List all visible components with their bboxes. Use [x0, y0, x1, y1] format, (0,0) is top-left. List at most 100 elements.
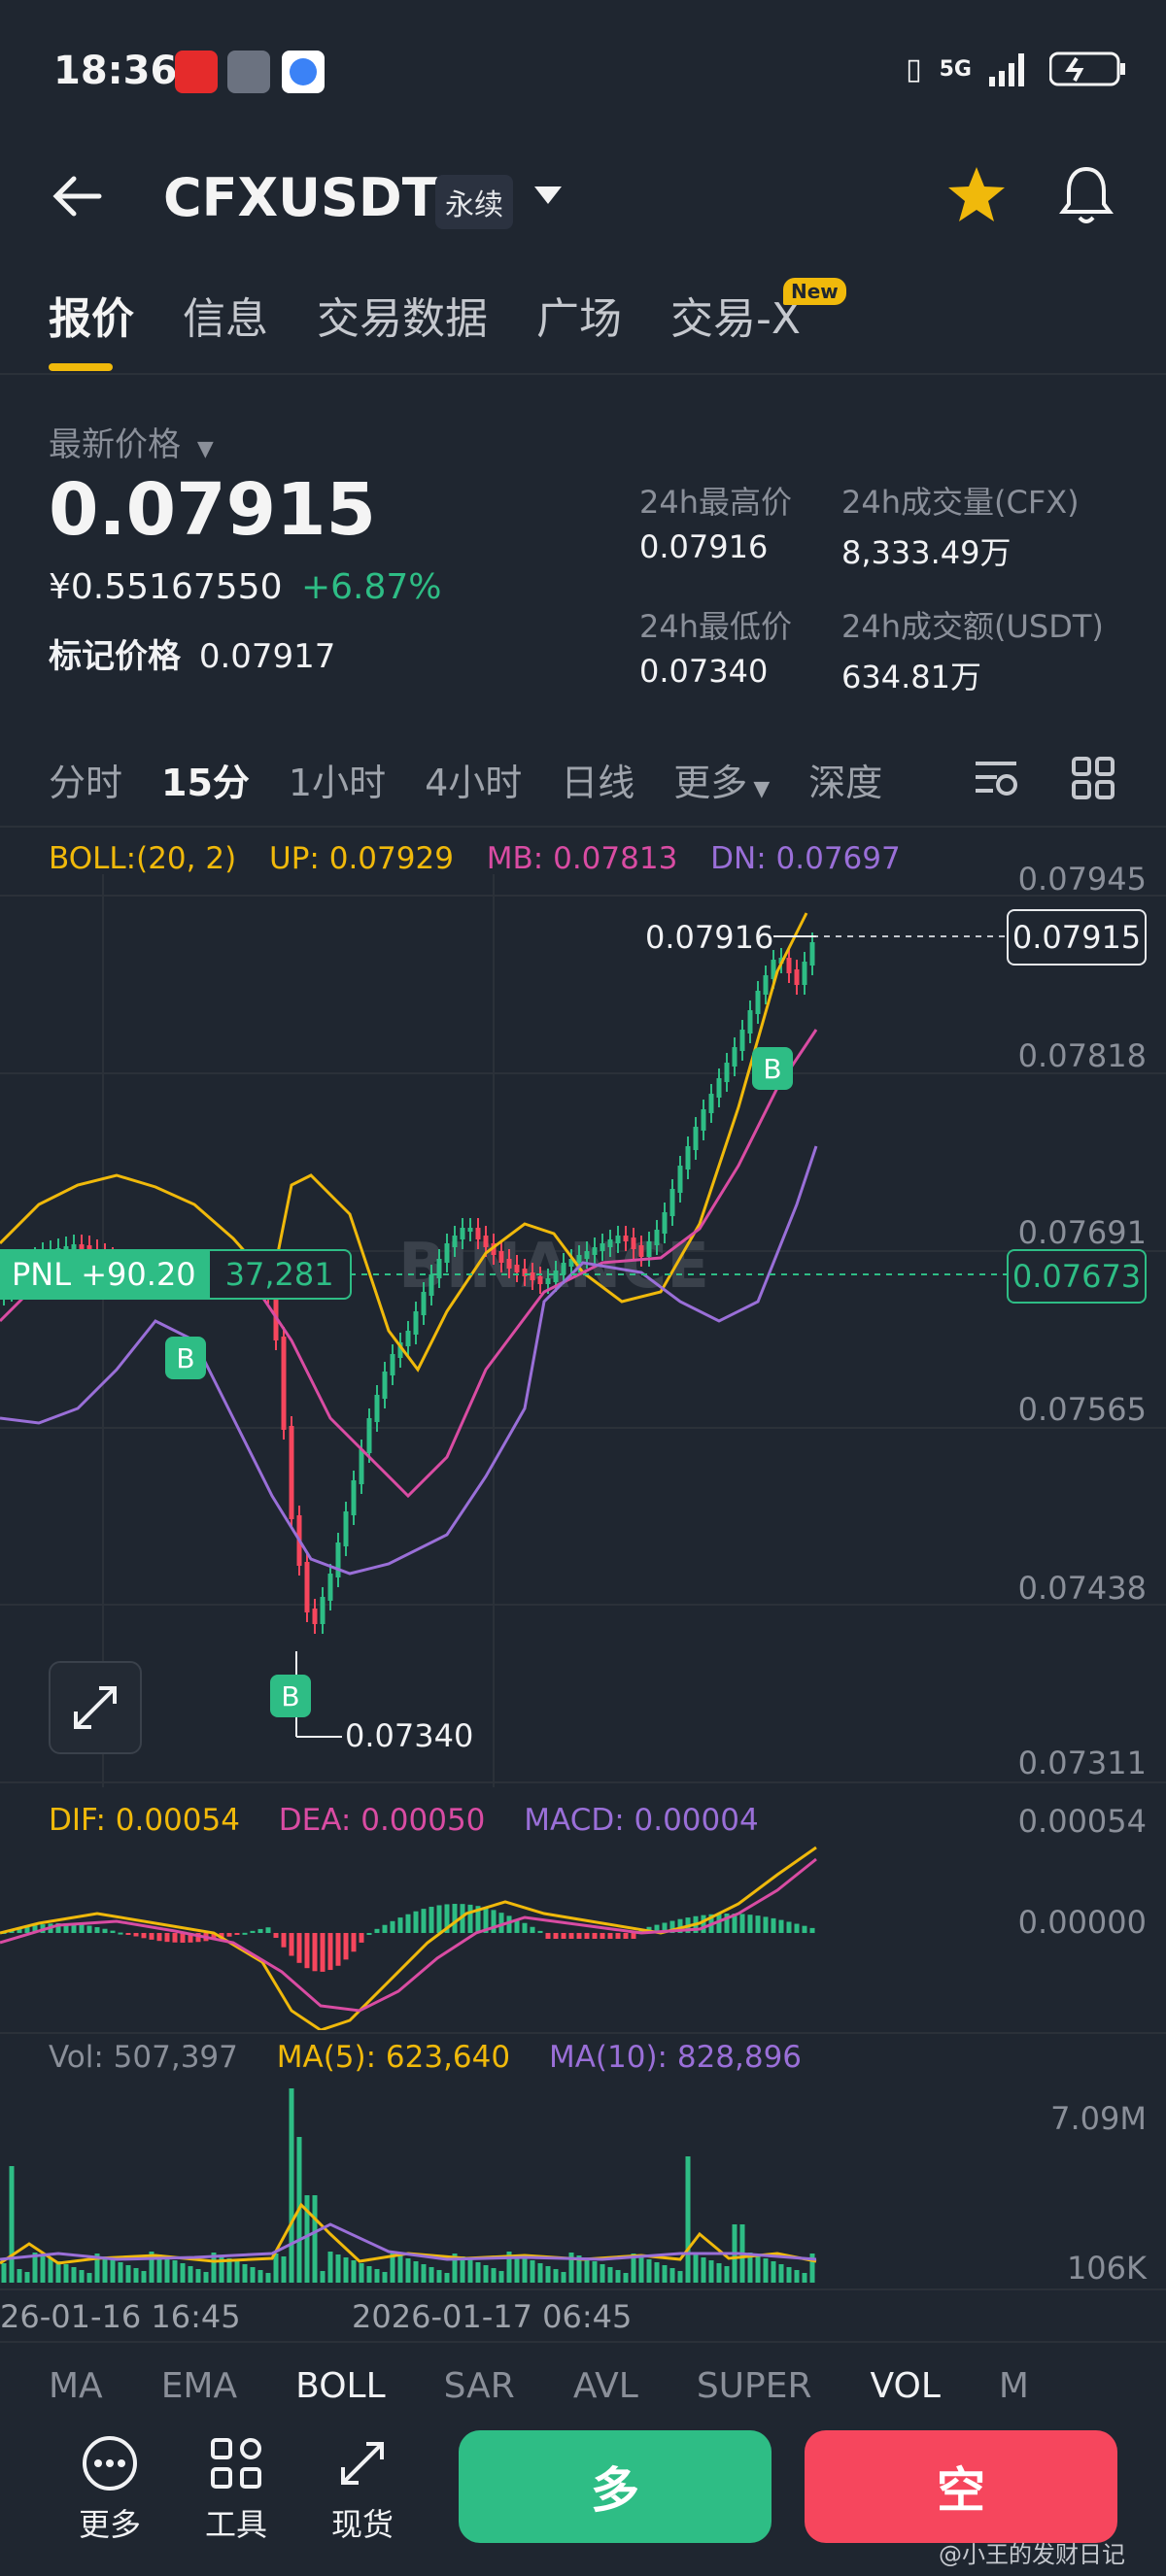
last-price-label-text: 最新价格 [49, 425, 181, 464]
interval-more[interactable]: 更多 ▼ [673, 753, 770, 806]
position-pnl-tag[interactable]: PNL +90.20 37,281 [0, 1249, 352, 1300]
grid-layout-icon[interactable] [1071, 756, 1115, 800]
amount-value: 634.81万 [841, 659, 981, 695]
bell-icon[interactable] [1057, 163, 1115, 225]
volume-bar [530, 2260, 535, 2283]
tab-trade-x[interactable]: 交易-X [670, 284, 801, 346]
volume-bar [281, 2256, 287, 2283]
macd-bar [156, 1933, 162, 1942]
active-tab-indicator [49, 363, 113, 371]
short-button[interactable]: 空 [805, 2430, 1117, 2543]
candle [638, 1245, 644, 1257]
mark-price-value: 0.07917 [198, 637, 336, 676]
y-axis-label: 0.07438 [1017, 1570, 1147, 1607]
candle [747, 1010, 753, 1034]
candlestick-chart[interactable]: BINANCE 0.07916 0.07340 [0, 874, 1166, 1787]
star-icon[interactable] [946, 165, 1007, 223]
indicator-ema[interactable]: EMA [161, 2366, 237, 2409]
tab-trading-data[interactable]: 交易数据 [317, 284, 488, 346]
volume-bar [654, 2262, 660, 2283]
mark-price-row: 标记价格 0.07917 [49, 629, 335, 677]
macd-bar [576, 1933, 582, 1939]
volume-bar [273, 2254, 279, 2283]
volume-bar [467, 2259, 473, 2283]
interval-4h[interactable]: 4小时 [425, 753, 522, 806]
volume-bar [366, 2266, 372, 2283]
high-label: 24h最高价 [639, 484, 793, 521]
candle [514, 1265, 520, 1272]
macd-bar [86, 1925, 92, 1933]
spot-tool[interactable]: 现货 [309, 2434, 416, 2545]
indicator-boll[interactable]: BOLL [295, 2366, 386, 2409]
indicator-super[interactable]: SUPER [697, 2366, 812, 2409]
indicator-avl[interactable]: AVL [573, 2366, 638, 2409]
amount-label: 24h成交额(USDT) [841, 608, 1104, 645]
candle [677, 1166, 683, 1193]
volume-bar [646, 2259, 652, 2283]
interval-1h[interactable]: 1小时 [289, 753, 386, 806]
candle [708, 1094, 714, 1113]
macd-bar [141, 1933, 147, 1939]
candle [763, 975, 769, 995]
macd-dea-line [0, 1857, 817, 2013]
volume-bar [9, 2166, 15, 2283]
fullscreen-button[interactable] [49, 1661, 142, 1754]
volume-chart[interactable] [0, 2088, 1166, 2292]
boll-title: BOLL:(20, 2) [49, 841, 237, 876]
chart-settings-icon[interactable] [972, 756, 1020, 800]
volume-bar [491, 2268, 497, 2283]
candle [467, 1228, 473, 1232]
more-tool[interactable]: 更多 [56, 2434, 163, 2545]
macd-chart[interactable] [0, 1836, 1166, 2030]
volume-bar [716, 2263, 722, 2283]
indicator-vol[interactable]: VOL [871, 2366, 941, 2409]
symbol-title[interactable]: CFXUSDT [163, 167, 438, 228]
chevron-down-icon[interactable] [532, 185, 564, 206]
indicator-m[interactable]: M [999, 2366, 1029, 2409]
last-price-label[interactable]: 最新价格 ▼ [49, 418, 214, 465]
more-tool-label: 更多 [78, 2506, 141, 2543]
volume-bar [188, 2266, 193, 2283]
tab-square[interactable]: 广场 [536, 284, 622, 346]
macd-bar [436, 1905, 442, 1933]
volume-bar [110, 2259, 116, 2283]
candle [739, 1030, 745, 1051]
interval-depth[interactable]: 深度 [808, 753, 882, 806]
pnl-label: PNL +90.20 [0, 1249, 208, 1300]
back-arrow-icon[interactable] [51, 173, 105, 220]
macd-bar [631, 1933, 636, 1939]
volume-bar [545, 2266, 551, 2283]
volume-bar [63, 2264, 69, 2283]
macd-bar [623, 1933, 629, 1939]
candle [390, 1354, 395, 1375]
tools-icon [211, 2438, 261, 2489]
macd-bar [281, 1933, 287, 1948]
macd-bar [771, 1917, 776, 1933]
tools-tool[interactable]: 工具 [183, 2434, 290, 2545]
long-button[interactable]: 多 [459, 2430, 772, 2543]
tab-info[interactable]: 信息 [183, 284, 268, 346]
volume-bar [180, 2263, 186, 2283]
macd-bar [102, 1928, 108, 1933]
candle [724, 1063, 730, 1082]
tab-quote[interactable]: 报价 [49, 284, 134, 346]
candle [561, 1263, 566, 1274]
new-badge: New [783, 278, 846, 305]
boll-mb: MB: 0.07813 [486, 841, 678, 876]
indicator-tabs: MA EMA BOLL SAR AVL SUPER VOL M [49, 2366, 1029, 2409]
more-icon [83, 2436, 137, 2491]
macd-legend: DIF: 0.00054 DEA: 0.00050 MACD: 0.00004 [49, 1803, 759, 1838]
interval-1d[interactable]: 日线 [561, 753, 634, 806]
macd-bar [125, 1933, 131, 1935]
indicator-sar[interactable]: SAR [444, 2366, 515, 2409]
interval-time[interactable]: 分时 [49, 753, 122, 806]
low-label: 24h最低价 [639, 608, 793, 645]
interval-15m[interactable]: 15分 [161, 753, 250, 806]
macd-bar [320, 1933, 326, 1972]
high-value: 0.07916 [639, 528, 769, 565]
indicator-ma[interactable]: MA [49, 2366, 103, 2409]
candle [607, 1239, 613, 1247]
app-notification-icon [282, 51, 325, 93]
candle [584, 1251, 590, 1259]
candle [452, 1236, 458, 1247]
